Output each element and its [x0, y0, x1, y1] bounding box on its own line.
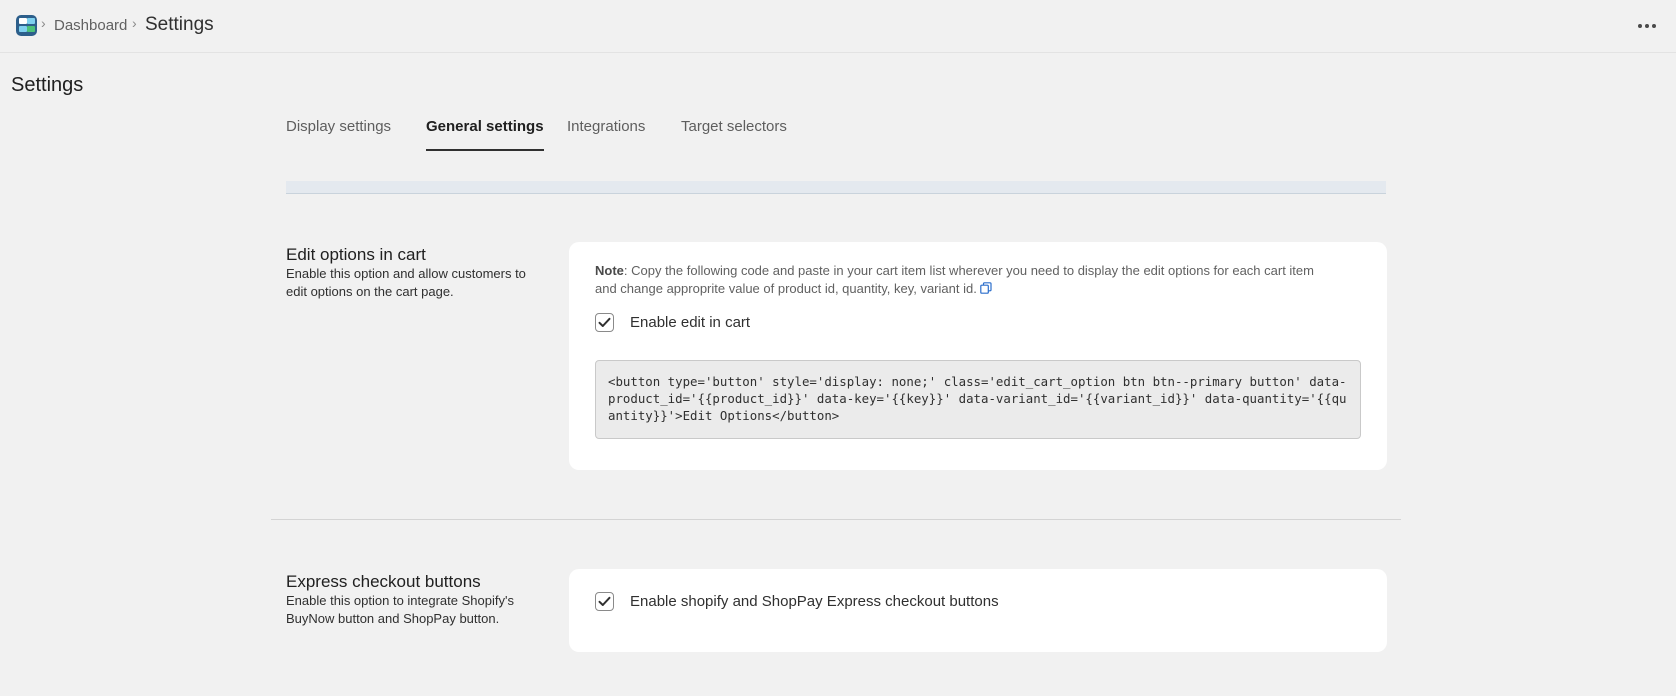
checkmark-icon	[598, 317, 611, 327]
checkmark-icon	[598, 596, 611, 606]
edit-cart-section-description: Enable this option and allow customers t…	[286, 266, 526, 299]
enable-express-checkout-row[interactable]: Enable shopify and ShopPay Express check…	[595, 592, 999, 611]
breadcrumb-dashboard-link[interactable]: Dashboard	[54, 17, 127, 34]
express-checkout-card: Enable shopify and ShopPay Express check…	[569, 569, 1387, 652]
express-checkout-section-title: Express checkout buttons	[286, 572, 481, 591]
more-horizontal-icon[interactable]	[1636, 16, 1658, 36]
tab-label: Display settings	[286, 118, 392, 135]
top-bar: › Dashboard › Settings	[0, 0, 1676, 53]
copy-icon[interactable]	[980, 282, 992, 294]
tab-label: Target selectors	[681, 118, 787, 135]
active-tab-indicator	[426, 149, 544, 151]
tab-target-selectors[interactable]: Target selectors	[681, 118, 787, 151]
express-checkout-section-description: Enable this option to integrate Shopify'…	[286, 593, 514, 626]
app-logo-icon[interactable]	[16, 15, 37, 36]
tab-display-settings[interactable]: Display settings	[286, 118, 391, 151]
enable-express-checkout-label: Enable shopify and ShopPay Express check…	[630, 593, 999, 610]
info-banner-strip	[286, 181, 1386, 194]
tab-general-settings[interactable]: General settings	[426, 118, 544, 151]
enable-edit-in-cart-checkbox[interactable]	[595, 313, 614, 332]
breadcrumb-separator: ›	[41, 15, 46, 31]
breadcrumb-current: Settings	[145, 14, 214, 35]
page-title: Settings	[11, 74, 84, 96]
enable-edit-in-cart-row[interactable]: Enable edit in cart	[595, 313, 750, 332]
edit-cart-note: Note: Copy the following code and paste …	[595, 262, 1335, 298]
note-label: Note	[595, 263, 624, 278]
note-text: : Copy the following code and paste in y…	[595, 263, 1314, 296]
breadcrumb-separator: ›	[132, 15, 137, 31]
section-divider	[271, 519, 1401, 520]
code-snippet-box[interactable]: <button type='button' style='display: no…	[595, 360, 1361, 439]
tab-label: Integrations	[567, 118, 646, 135]
tab-label: General settings	[426, 118, 544, 135]
enable-edit-in-cart-label: Enable edit in cart	[630, 314, 751, 331]
edit-cart-section-title: Edit options in cart	[286, 245, 426, 264]
edit-cart-card: Note: Copy the following code and paste …	[569, 242, 1387, 470]
tab-integrations[interactable]: Integrations	[567, 118, 645, 151]
enable-express-checkout-checkbox[interactable]	[595, 592, 614, 611]
